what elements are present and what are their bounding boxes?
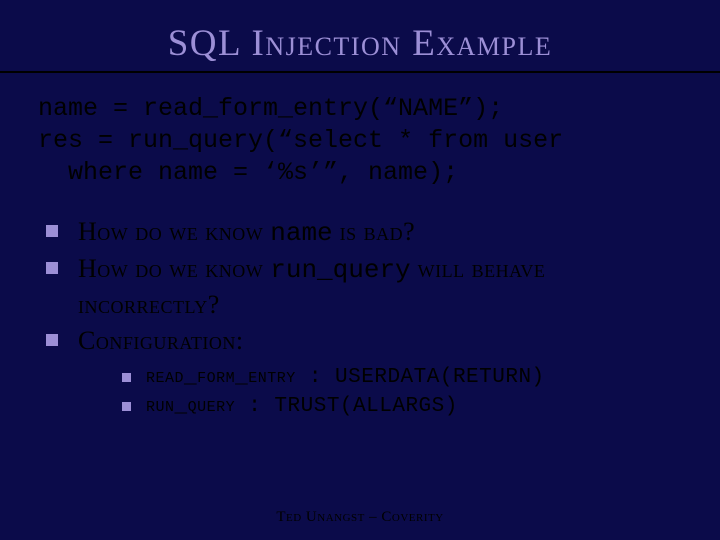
bullet-list: How do we know name is bad? How do we kn… — [42, 215, 682, 421]
title-rule — [0, 71, 720, 73]
code-line-3: where name = ‘%s’”, name); — [38, 158, 458, 187]
bullet-text: Configuration: — [78, 326, 244, 355]
sub-bullet-list: read_form_entry : USERDATA(RETURN) run_q… — [120, 364, 682, 421]
code-line-2: res = run_query(“select * from user — [38, 126, 563, 155]
sub-bullet-1: read_form_entry : USERDATA(RETURN) — [120, 364, 682, 392]
bullet-text: How do we know — [78, 217, 270, 246]
code-block: name = read_form_entry(“NAME”); res = ru… — [38, 93, 682, 189]
slide-footer: Ted Unangst – Coverity — [0, 509, 720, 526]
slide: SQL Injection Example name = read_form_e… — [0, 0, 720, 540]
code-line-1: name = read_form_entry(“NAME”); — [38, 94, 503, 123]
slide-title: SQL Injection Example — [38, 22, 682, 65]
bullet-item-1: How do we know name is bad? — [42, 215, 682, 250]
sub-bullet-2: run_query : TRUST(ALLARGS) — [120, 393, 682, 421]
bullet-item-2: How do we know run_query will behave inc… — [42, 252, 682, 322]
bullet-code: name — [270, 218, 332, 248]
bullet-code: run_query — [270, 255, 410, 285]
bullet-text: How do we know — [78, 254, 270, 283]
bullet-text: is bad? — [333, 217, 416, 246]
bullet-item-3: Configuration: read_form_entry : USERDAT… — [42, 324, 682, 421]
